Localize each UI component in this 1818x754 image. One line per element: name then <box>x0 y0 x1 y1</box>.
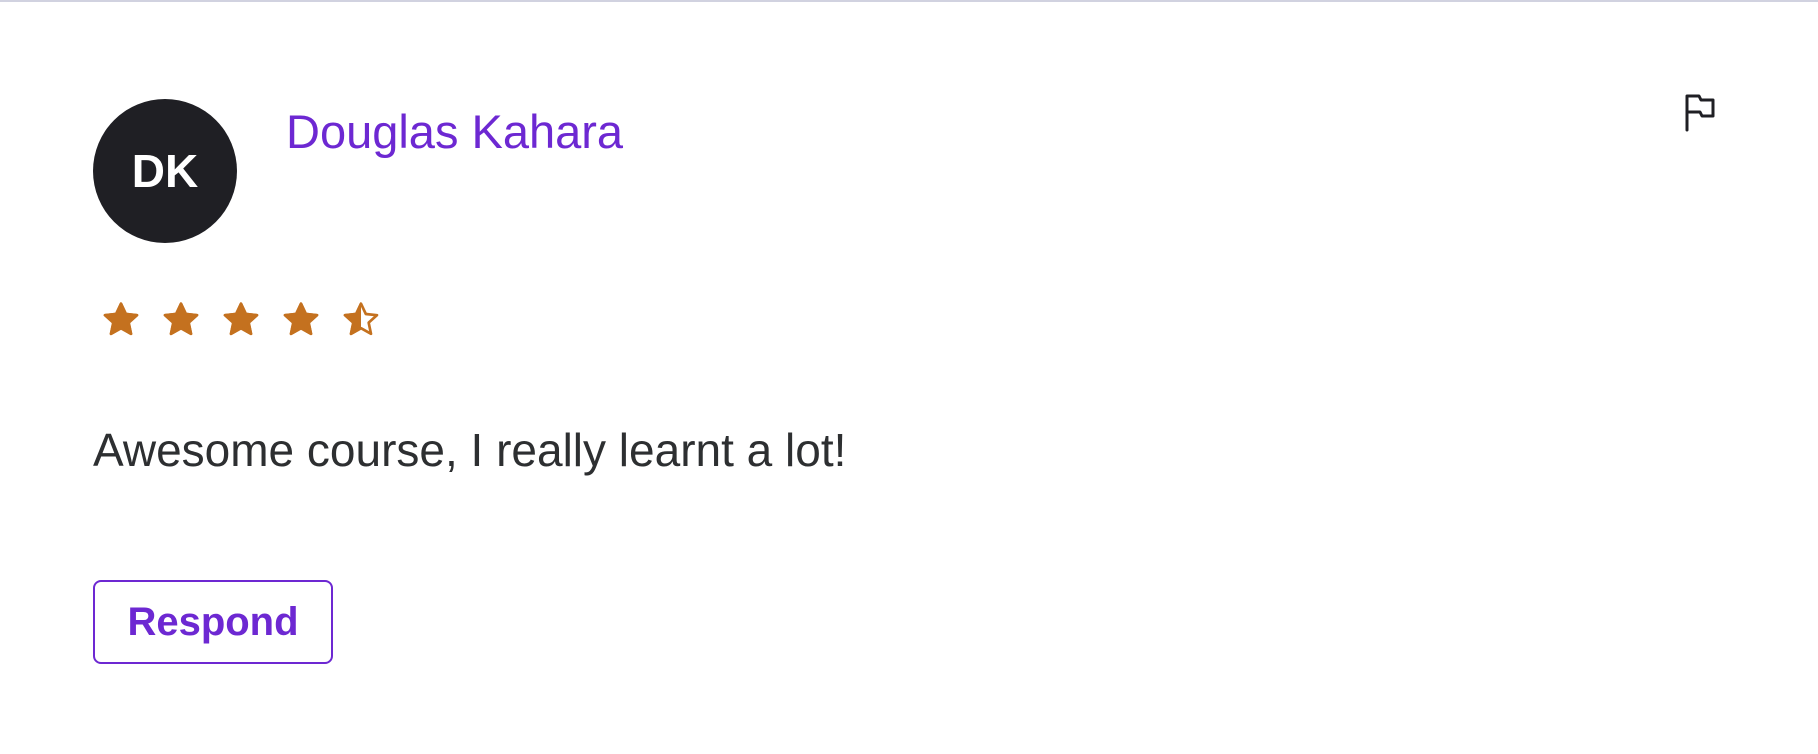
flag-icon <box>1685 94 1715 132</box>
avatar: DK <box>93 99 237 243</box>
avatar-initials: DK <box>131 145 199 197</box>
star-icon <box>163 302 199 336</box>
star-rating <box>101 300 381 340</box>
report-button[interactable] <box>1680 92 1720 132</box>
half-star-icon <box>343 302 379 336</box>
star-icon <box>103 302 139 336</box>
review-text: Awesome course, I really learnt a lot! <box>93 424 847 476</box>
star-icon <box>223 302 259 336</box>
reviewer-name: Douglas Kahara <box>286 105 624 158</box>
respond-button[interactable]: Respond <box>93 580 333 664</box>
review-card: DK Douglas Kahara Awesome course, I real… <box>0 0 1818 754</box>
star-icon <box>283 302 319 336</box>
